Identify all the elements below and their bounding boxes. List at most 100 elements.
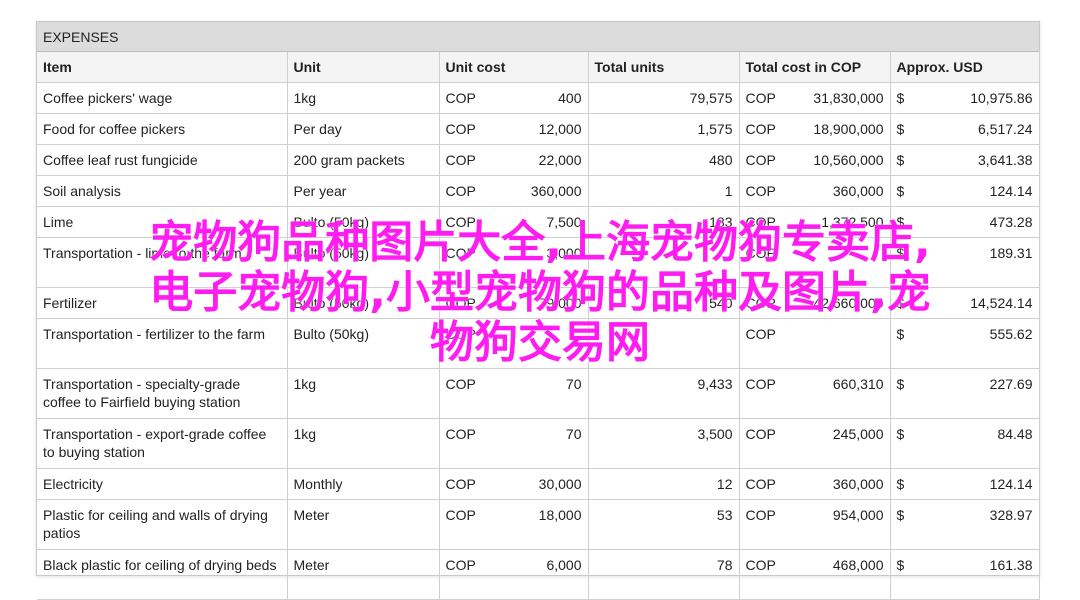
cell-unit: Monthly	[287, 468, 440, 500]
currency-label: COP	[445, 121, 476, 137]
cell-unit: 1kg	[287, 418, 440, 469]
col-header-total-units: Total units	[588, 52, 740, 83]
dollar-sign: $	[896, 507, 905, 523]
usd-value: 14,524.14	[970, 295, 1033, 311]
usd-value: 189.31	[989, 245, 1033, 261]
dollar-sign: $	[896, 90, 905, 106]
usd-value: 473.28	[989, 214, 1033, 230]
cell-unit: Bulto (50kg)	[287, 206, 440, 238]
dollar-sign: $	[896, 245, 905, 261]
header-row: Item Unit Unit cost Total units Total co…	[37, 52, 1040, 83]
cell-total-cost: COP 18,900,000	[739, 113, 891, 145]
cell-total-units: 183	[588, 206, 740, 238]
currency-label: COP	[745, 326, 776, 342]
cell-total-units	[588, 237, 740, 288]
table-row: Transportation - fertilizer to the farm B…	[37, 318, 1040, 369]
currency-label: COP	[745, 152, 776, 168]
cell-usd: $189.31	[890, 237, 1040, 288]
cell-usd: $328.97	[890, 499, 1040, 550]
cell-usd: $3,641.38	[890, 144, 1040, 176]
table-row: Electricity Monthly COP 30,000 12 COP 360,000 $…	[37, 468, 1040, 500]
cell-unit: Per year	[287, 175, 440, 207]
usd-value: 3,641.38	[978, 152, 1033, 168]
cell-item: Fertilizer	[37, 287, 288, 319]
cell-total-cost: COP	[739, 237, 891, 288]
currency-label: COP	[445, 90, 476, 106]
cell-total-cost: COP 31,830,000	[739, 82, 891, 114]
cell-item: Transportation - specialty-grade coffee …	[37, 368, 288, 419]
cell-unit: Meter	[287, 549, 440, 600]
currency-label: COP	[745, 507, 776, 523]
cell-total-cost: COP 468,000	[739, 549, 891, 600]
cell-total-cost: COP 10,560,000	[739, 144, 891, 176]
cell-unit: Bulto (50kg)	[287, 237, 440, 288]
usd-value: 227.69	[989, 376, 1033, 392]
unit-cost-value: 30,000	[538, 476, 582, 492]
cell-usd: $84.48	[890, 418, 1040, 469]
dollar-sign: $	[896, 557, 905, 573]
unit-cost-value: 400	[558, 90, 582, 106]
cell-usd: $124.14	[890, 175, 1040, 207]
cell-total-units: 480	[588, 144, 740, 176]
cell-unit: 200 gram packets	[287, 144, 440, 176]
table-row: Lime Bulto (50kg) COP 7,500 183 COP 1,372,500 $…	[37, 206, 1040, 238]
unit-cost-value: 79,000	[538, 295, 582, 311]
cell-unit-cost: COP	[439, 318, 589, 369]
cell-total-units: 1,575	[588, 113, 740, 145]
usd-value: 161.38	[989, 557, 1033, 573]
table-row: Transportation - specialty-grade coffee …	[37, 368, 1040, 419]
cell-unit-cost: COP 70	[439, 368, 589, 419]
cell-total-cost: COP	[739, 318, 891, 369]
dollar-sign: $	[896, 376, 905, 392]
usd-value: 6,517.24	[978, 121, 1033, 137]
currency-label: COP	[445, 557, 476, 573]
total-cost-value: 1,372,500	[821, 214, 884, 230]
cell-usd: $473.28	[890, 206, 1040, 238]
cell-usd: $14,524.14	[890, 287, 1040, 319]
currency-label: COP	[745, 245, 776, 261]
currency-label: COP	[445, 326, 476, 342]
cell-unit: 1kg	[287, 82, 440, 114]
total-cost-value: 31,830,000	[813, 90, 884, 106]
cell-total-cost: COP 1,372,500	[739, 206, 891, 238]
currency-label: COP	[745, 426, 776, 442]
total-cost-value: 10,560,000	[813, 152, 884, 168]
dollar-sign: $	[896, 152, 905, 168]
cell-unit: Bulto (50kg)	[287, 287, 440, 319]
col-header-unit-cost: Unit cost	[439, 52, 589, 83]
total-cost-value: 660,310	[832, 376, 884, 392]
total-cost-value: 468,000	[832, 557, 884, 573]
table-row: Food for coffee pickers Per day COP 12,000 1…	[37, 113, 1040, 145]
cell-total-units	[588, 318, 740, 369]
table-row: Transportation - lime to the farm Bulto (…	[37, 237, 1040, 288]
cell-usd: $6,517.24	[890, 113, 1040, 145]
unit-cost-value: 70	[565, 426, 582, 442]
usd-value: 124.14	[989, 183, 1033, 199]
currency-label: COP	[445, 183, 476, 199]
table-row: Black plastic for ceiling of drying beds…	[37, 549, 1040, 600]
cell-unit: Meter	[287, 499, 440, 550]
unit-cost-value: 6,000	[546, 557, 582, 573]
currency-label: COP	[445, 426, 476, 442]
col-header-item: Item	[37, 52, 288, 83]
cell-unit-cost: COP 79,000	[439, 287, 589, 319]
cell-total-cost: COP 360,000	[739, 468, 891, 500]
currency-label: COP	[445, 376, 476, 392]
usd-value: 124.14	[989, 476, 1033, 492]
currency-label: COP	[745, 90, 776, 106]
cell-unit-cost: COP 18,000	[439, 499, 589, 550]
cell-total-cost: COP 42,660,000	[739, 287, 891, 319]
table-row: Fertilizer Bulto (50kg) COP 79,000 540 COP 42,…	[37, 287, 1040, 319]
unit-cost-value: 18,000	[538, 507, 582, 523]
cell-total-units: 1	[588, 175, 740, 207]
total-cost-value: 360,000	[832, 476, 884, 492]
unit-cost-value: 22,000	[538, 152, 582, 168]
table-row: Coffee leaf rust fungicide 200 gram packe…	[37, 144, 1040, 176]
dollar-sign: $	[896, 476, 905, 492]
unit-cost-value: 12,000	[538, 121, 582, 137]
cell-total-units: 9,433	[588, 368, 740, 419]
unit-cost-value: 360,000	[530, 183, 582, 199]
cell-item: Transportation - export-grade coffee to …	[37, 418, 288, 469]
dollar-sign: $	[896, 326, 905, 342]
currency-label: COP	[445, 152, 476, 168]
